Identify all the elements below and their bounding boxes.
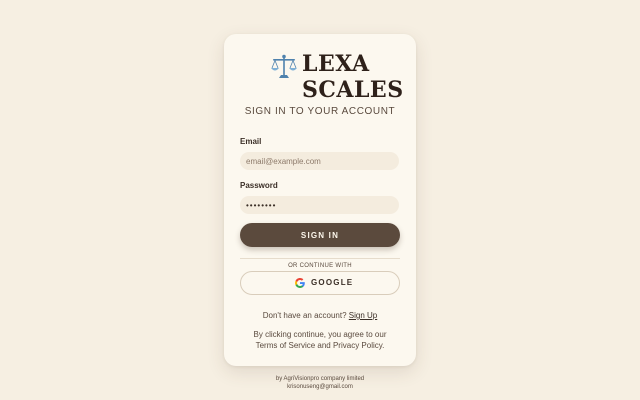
brand-logo: LEXA SCALES [224, 50, 416, 106]
sign-up-link[interactable]: Sign Up [349, 311, 377, 320]
terms-suffix: . [382, 341, 385, 350]
signup-prompt: Don't have an account? Sign Up [224, 311, 416, 320]
google-sign-in-button[interactable]: GOOGLE [240, 271, 400, 295]
password-field[interactable] [240, 196, 399, 214]
terms-prefix: By clicking continue, you agree to our [253, 330, 387, 339]
terms-and: and [315, 341, 333, 350]
login-card: LEXA SCALES SIGN IN TO YOUR ACCOUNT Emai… [224, 34, 416, 366]
privacy-policy-link[interactable]: Privacy Policy [333, 341, 382, 350]
brand-name-line2: SCALES [302, 77, 404, 103]
email-label: Email [240, 137, 262, 146]
sign-in-button[interactable]: SIGN IN [240, 223, 400, 247]
footer-company: by AgriVisionpro company limited [275, 376, 365, 382]
divider-text: OR CONTINUE WITH [284, 263, 356, 269]
page-subtitle: SIGN IN TO YOUR ACCOUNT [244, 106, 396, 117]
footer-email: krisonuseng@gmail.com [287, 384, 353, 390]
password-label: Password [240, 181, 278, 190]
google-icon [295, 278, 305, 288]
scales-of-justice-icon [271, 54, 297, 78]
brand-name-line1: LEXA [302, 51, 370, 77]
signup-prompt-text: Don't have an account? [262, 311, 347, 320]
divider-label: OR CONTINUE WITH [224, 254, 416, 272]
terms-of-service-link[interactable]: Terms of Service [256, 341, 316, 350]
email-field[interactable] [240, 152, 399, 170]
terms-notice: By clicking continue, you agree to our T… [248, 329, 392, 351]
page-footer: by AgriVisionpro company limited krisonu… [0, 375, 640, 391]
google-button-label: GOOGLE [311, 278, 354, 287]
